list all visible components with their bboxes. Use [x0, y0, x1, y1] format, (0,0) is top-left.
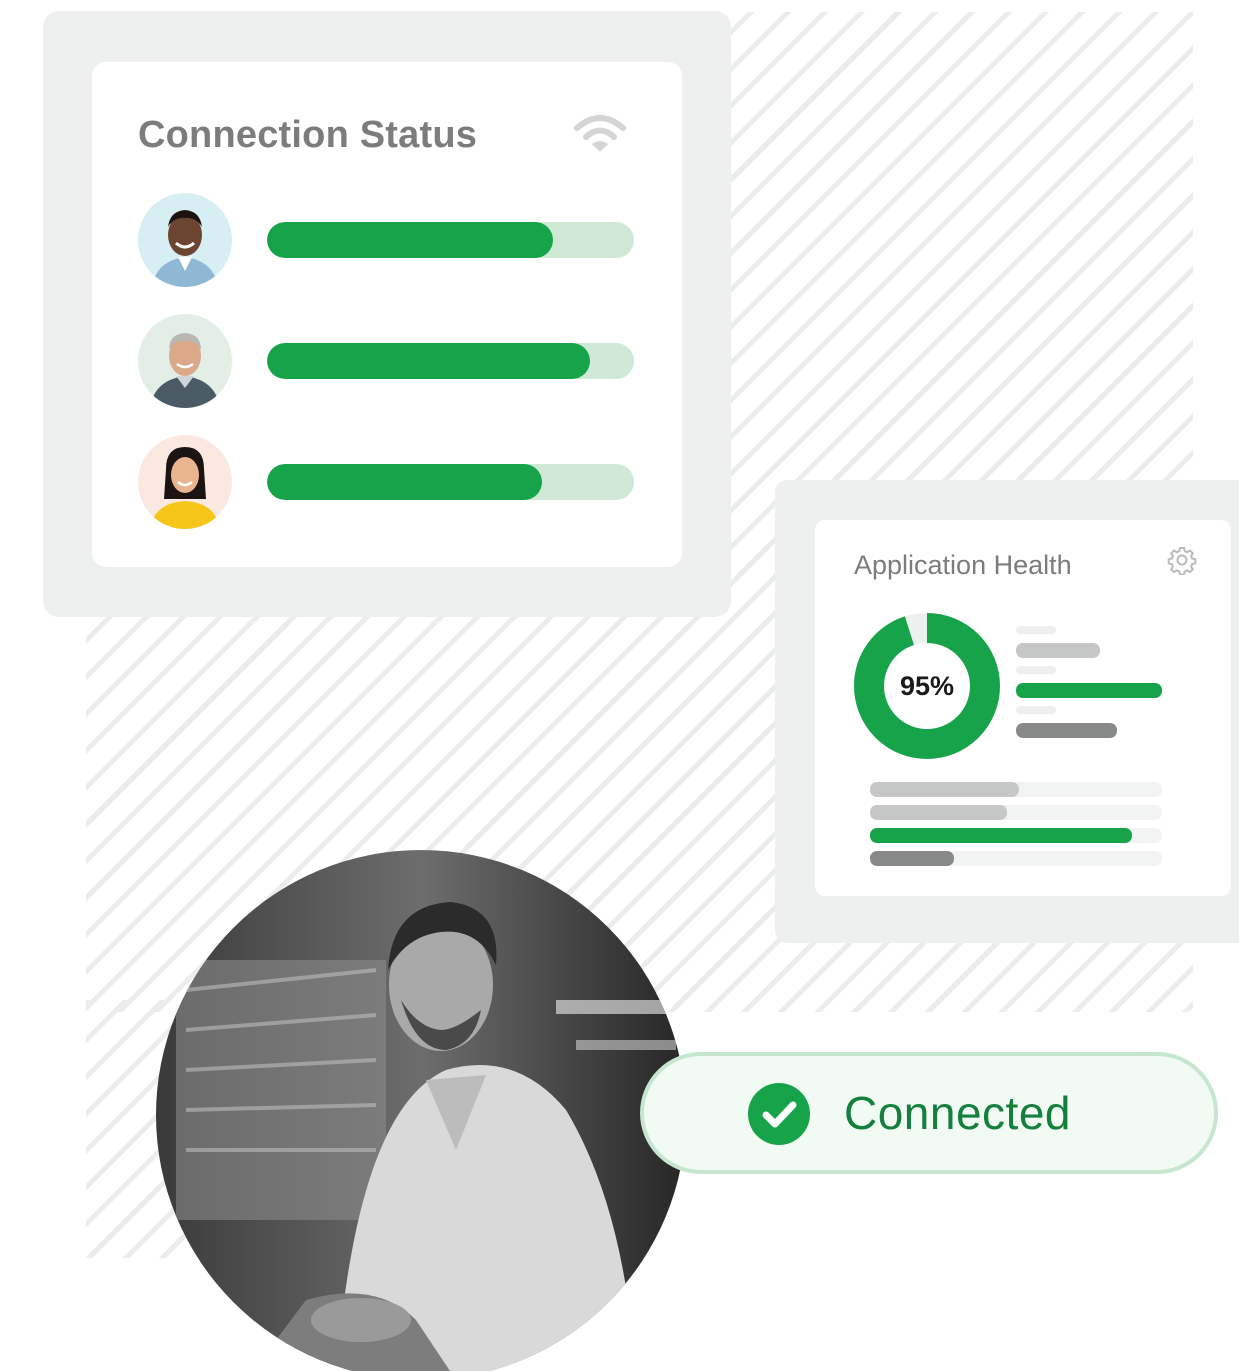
connection-row [138, 193, 634, 287]
skeleton-bar [870, 851, 954, 866]
connection-status-title: Connection Status [138, 114, 478, 156]
skeleton-bar-green [870, 828, 1132, 843]
stage: Connection Status Application Health 95%… [0, 0, 1239, 1371]
connected-label: Connected [844, 1087, 1071, 1139]
connection-progress-fill [267, 343, 590, 379]
connection-row [138, 314, 634, 408]
health-donut-value: 95% [899, 671, 955, 701]
skeleton-line [1016, 666, 1056, 674]
avatar-older-man [138, 314, 232, 408]
skeleton-bar [1016, 643, 1100, 658]
connection-status-card: Connection Status [92, 62, 682, 567]
avatar-man-smiling [138, 193, 232, 287]
application-health-card: Application Health 95% [815, 520, 1231, 896]
connection-row [138, 435, 634, 529]
skeleton-bar-green [1016, 683, 1162, 698]
skeleton-bar [1016, 723, 1117, 738]
connection-progress-fill [267, 464, 543, 500]
connection-progress-track [267, 222, 634, 258]
avatar-woman-yellow-top [138, 435, 232, 529]
skeleton-line [1016, 626, 1056, 634]
connected-status-badge: Connected [640, 1052, 1218, 1174]
connection-progress-fill [267, 222, 554, 258]
connection-progress-track [267, 343, 634, 379]
wifi-icon [574, 115, 626, 152]
skeleton-bar [870, 782, 1019, 797]
skeleton-bar [870, 805, 1007, 820]
skeleton-line [1016, 706, 1056, 714]
gear-icon[interactable] [1167, 545, 1197, 575]
connection-progress-track [267, 464, 634, 500]
check-circle-icon [748, 1083, 810, 1145]
application-health-title: Application Health [854, 550, 1072, 580]
worker-photo [156, 850, 686, 1371]
